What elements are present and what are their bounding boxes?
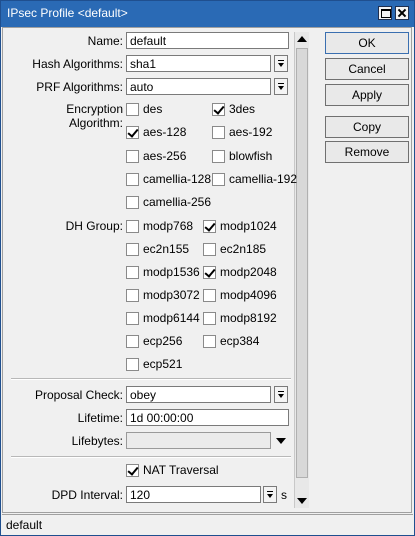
enc-option-checkbox[interactable] <box>126 126 139 140</box>
dh-group-label: DH Group: <box>65 219 123 233</box>
dh-option-label: ecp384 <box>220 334 260 348</box>
lifebytes-label: Lifebytes: <box>71 434 123 448</box>
enc-option-checkbox[interactable] <box>212 103 225 116</box>
dh-option-checkbox[interactable] <box>203 335 216 348</box>
dh-option-checkbox[interactable] <box>126 358 139 371</box>
dpd-dropdown-icon[interactable] <box>263 486 277 503</box>
nat-traversal-checkbox[interactable] <box>126 464 139 477</box>
proposal-check-label: Proposal Check: <box>34 388 123 402</box>
enc-option-label: camellia-192 <box>229 171 298 186</box>
dh-option-checkbox[interactable] <box>203 220 216 233</box>
dh-option-label: modp4096 <box>220 288 277 302</box>
dpd-interval-field[interactable]: 120 <box>126 486 261 503</box>
dh-option-label: ecp256 <box>143 334 183 348</box>
enc-option-checkbox[interactable] <box>212 126 225 140</box>
lifebytes-field[interactable] <box>126 432 271 449</box>
dh-option-label: modp3072 <box>143 288 200 302</box>
scroll-thumb[interactable] <box>296 48 308 478</box>
lifetime-field[interactable]: 1d 00:00:00 <box>126 409 289 426</box>
dh-option-label: ec2n185 <box>220 242 267 256</box>
enc-option-label: 3des <box>229 102 256 116</box>
enc-option-checkbox[interactable] <box>212 149 225 163</box>
dh-option-label: ecp521 <box>143 357 183 371</box>
copy-button[interactable]: Copy <box>325 116 409 138</box>
hash-label: Hash Algorithms: <box>32 57 123 71</box>
maximize-button[interactable] <box>378 6 392 20</box>
prf-label: PRF Algorithms: <box>36 80 123 94</box>
proposal-dropdown-icon[interactable] <box>274 386 288 403</box>
name-label: Name: <box>87 34 123 48</box>
enc-option-label: blowfish <box>229 148 273 163</box>
enc-option-checkbox[interactable] <box>126 196 139 210</box>
close-button[interactable] <box>395 6 409 20</box>
dh-option-checkbox[interactable] <box>203 289 216 302</box>
title-bar[interactable]: IPsec Profile <default> <box>1 1 414 27</box>
dh-option-checkbox[interactable] <box>126 335 139 348</box>
dh-option-checkbox[interactable] <box>126 243 139 256</box>
enc-option-label: des <box>143 102 163 116</box>
enc-option-checkbox[interactable] <box>126 149 139 163</box>
dh-option-label: modp1536 <box>143 265 200 279</box>
dh-option-checkbox[interactable] <box>126 266 139 279</box>
proposal-check-select[interactable]: obey <box>126 386 271 403</box>
dh-option-label: modp1024 <box>220 219 277 233</box>
dh-option-label: modp2048 <box>220 265 277 279</box>
enc-option-checkbox[interactable] <box>212 172 225 186</box>
separator <box>11 378 291 380</box>
dh-option-checkbox[interactable] <box>203 266 216 279</box>
scroll-down-icon[interactable] <box>297 498 307 504</box>
prf-dropdown-icon[interactable] <box>274 78 288 95</box>
dh-option-checkbox[interactable] <box>203 312 216 325</box>
ok-button[interactable]: OK <box>325 32 409 54</box>
enc-option-checkbox[interactable] <box>126 103 139 116</box>
enc-option-label: aes-256 <box>143 148 187 163</box>
nat-traversal-label: NAT Traversal <box>143 463 219 477</box>
dpd-interval-label: DPD Interval: <box>51 488 123 502</box>
ipsec-profile-window: IPsec Profile <default> Name: default Ha… <box>0 0 415 536</box>
dh-option-label: ec2n155 <box>143 242 190 256</box>
dh-option-checkbox[interactable] <box>126 312 139 325</box>
dh-option-label: modp6144 <box>143 311 200 325</box>
prf-select[interactable]: auto <box>126 78 271 95</box>
status-bar: default <box>2 514 413 535</box>
window-title: IPsec Profile <default> <box>7 6 128 20</box>
enc-option-label: camellia-128 <box>143 171 212 186</box>
name-field[interactable]: default <box>126 32 289 49</box>
hash-select[interactable]: sha1 <box>126 55 271 72</box>
enc-option-label: aes-192 <box>229 125 273 140</box>
lifetime-label: Lifetime: <box>77 411 123 425</box>
vertical-scrollbar[interactable] <box>294 32 309 508</box>
apply-button[interactable]: Apply <box>325 84 409 106</box>
scroll-up-icon[interactable] <box>297 36 307 42</box>
cancel-button[interactable]: Cancel <box>325 58 409 80</box>
enc-option-label: camellia-256 <box>143 195 212 210</box>
lifebytes-expand-icon[interactable] <box>276 438 286 444</box>
enc-option-label: aes-128 <box>143 125 187 140</box>
hash-dropdown-icon[interactable] <box>274 55 288 72</box>
separator <box>11 456 291 458</box>
form-panel: Name: default Hash Algorithms: sha1 PRF … <box>2 27 412 513</box>
dh-option-label: modp768 <box>143 219 194 233</box>
remove-button[interactable]: Remove <box>325 141 409 163</box>
status-text: default <box>6 518 43 532</box>
enc-option-checkbox[interactable] <box>126 172 139 186</box>
dh-option-checkbox[interactable] <box>126 289 139 302</box>
dpd-unit: s <box>281 488 287 502</box>
dh-option-checkbox[interactable] <box>126 220 139 233</box>
dh-option-checkbox[interactable] <box>203 243 216 256</box>
encryption-label: Encryption Algorithm: <box>66 102 123 130</box>
dh-option-label: modp8192 <box>220 311 277 325</box>
